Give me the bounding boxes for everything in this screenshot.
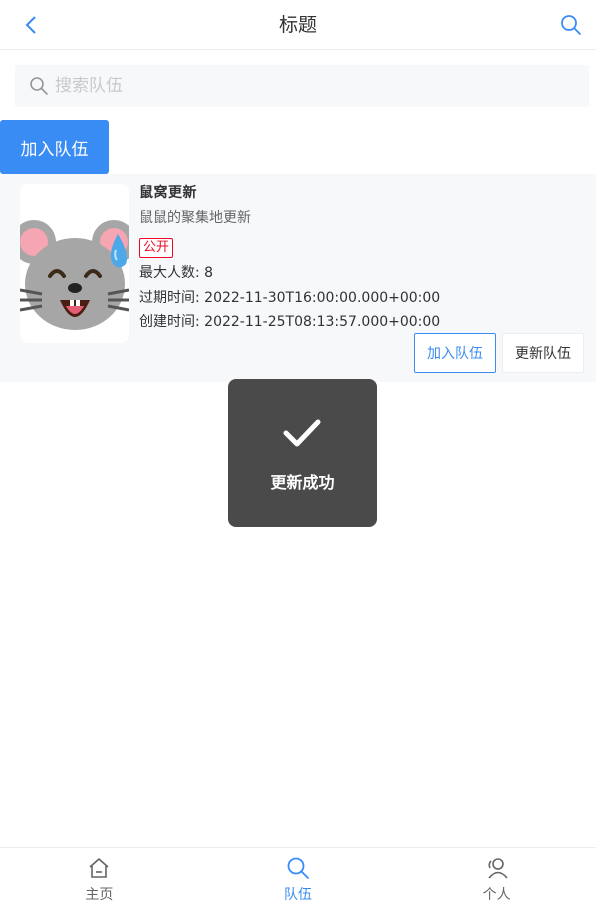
tab-label: 个人 (482, 887, 511, 903)
toast-text: 更新成功 (270, 473, 335, 492)
status-badge: 公开 (139, 238, 174, 258)
max-members-text: 最大人数: 8 (139, 265, 214, 281)
page-title: 标题 (278, 14, 317, 36)
card-join-button[interactable]: 加入队伍 (414, 333, 496, 373)
home-icon (87, 856, 111, 880)
search-icon (29, 75, 51, 97)
search-icon (286, 856, 310, 880)
team-card: 鼠窝更新 鼠鼠的聚集地更新 公开 最大人数: 8 过期时间: 2022-11-3… (0, 174, 596, 382)
create-time-text: 创建时间: 2022-11-25T08:13:57.000+00:00 (139, 314, 441, 330)
success-toast: 更新成功 (228, 379, 377, 527)
tab-label: 队伍 (284, 887, 312, 903)
tab-home[interactable]: 主页 (0, 848, 199, 906)
team-description: 鼠鼠的聚集地更新 (139, 210, 251, 226)
nav-bar: 标题 (0, 0, 596, 50)
checkmark-icon (282, 417, 322, 449)
join-team-button[interactable]: 加入队伍 (0, 120, 109, 174)
search-icon[interactable] (558, 12, 584, 38)
search-input[interactable] (55, 76, 555, 96)
tab-team[interactable]: 队伍 (199, 848, 398, 906)
tab-bar: 主页 队伍 个人 (0, 847, 596, 906)
tab-profile[interactable]: 个人 (397, 848, 596, 906)
user-icon (485, 856, 509, 880)
card-update-button[interactable]: 更新队伍 (502, 333, 584, 373)
expire-time-text: 过期时间: 2022-11-30T16:00:00.000+00:00 (139, 290, 441, 306)
search-bar (15, 65, 589, 107)
team-name: 鼠窝更新 (139, 185, 197, 201)
tab-label: 主页 (85, 887, 114, 903)
mouse-sweat-emoji-icon (20, 184, 129, 343)
